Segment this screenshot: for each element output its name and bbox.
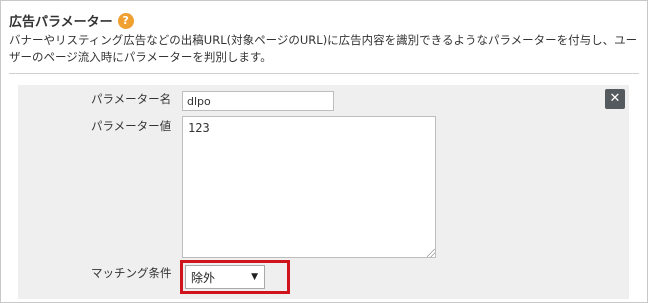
matching-condition-selected-value: 除外 xyxy=(191,270,216,285)
remove-parameter-button[interactable]: ✕ xyxy=(605,89,625,109)
help-icon[interactable]: ? xyxy=(117,12,134,29)
dropdown-caret-icon: ▼ xyxy=(251,272,258,282)
matching-condition-select[interactable]: 除外 ▼ xyxy=(185,265,265,289)
parameter-panel: パラメーター名 パラメーター値 123 マッチング条件 除外 ▼ ✕ xyxy=(18,85,629,299)
section-description: バナーやリスティング広告などの出稿URL(対象ページのURL)に広告内容を識別で… xyxy=(9,33,638,64)
parameter-name-input[interactable] xyxy=(182,91,334,111)
textarea-resize-handle-icon[interactable] xyxy=(427,249,435,257)
matching-condition-label: マッチング条件 xyxy=(91,266,172,280)
parameter-value-label: パラメーター値 xyxy=(91,119,172,133)
parameter-value-textarea[interactable]: 123 xyxy=(182,116,436,258)
parameter-name-label: パラメーター名 xyxy=(91,92,172,106)
section-title: 広告パラメーター xyxy=(9,15,113,30)
section-divider xyxy=(9,73,639,74)
section-title-row: 広告パラメーター ? xyxy=(9,11,134,30)
ad-parameter-section: 広告パラメーター ? バナーやリスティング広告などの出稿URL(対象ページのUR… xyxy=(0,0,648,303)
